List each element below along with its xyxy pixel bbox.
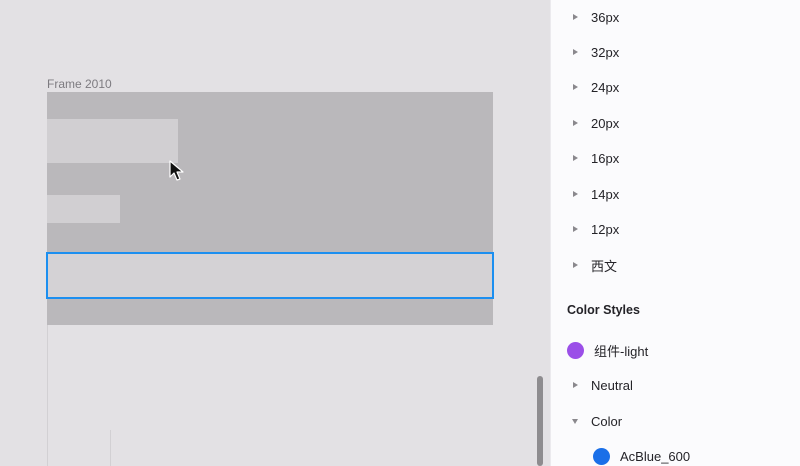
text-style-label: 24px <box>591 79 620 95</box>
frame-2010[interactable] <box>46 92 494 325</box>
chevron-right-icon[interactable] <box>573 226 578 232</box>
selected-layer[interactable] <box>46 252 494 299</box>
mouse-pointer-icon <box>169 160 184 181</box>
text-style-label: 14px <box>591 186 620 202</box>
ghost-guide-line <box>110 430 111 466</box>
text-style-group-14px[interactable]: 14px <box>551 179 800 209</box>
color-swatch <box>593 447 610 465</box>
chevron-right-icon[interactable] <box>573 155 578 161</box>
color-style-group-neutral[interactable]: Neutral <box>551 370 800 400</box>
text-style-group-12px[interactable]: 12px <box>551 214 800 244</box>
chevron-right-icon[interactable] <box>573 382 578 388</box>
color-swatch <box>567 341 584 359</box>
ghost-guide-line <box>47 325 48 466</box>
text-style-group-24px[interactable]: 24px <box>551 72 800 102</box>
chevron-right-icon[interactable] <box>573 49 578 55</box>
text-style-group-western[interactable]: 西文 <box>551 250 800 280</box>
text-style-group-20px[interactable]: 20px <box>551 108 800 138</box>
text-style-group-16px[interactable]: 16px <box>551 143 800 173</box>
design-canvas[interactable]: Frame 2010 <box>0 0 550 466</box>
chevron-right-icon[interactable] <box>573 84 578 90</box>
frame-name-label[interactable]: Frame 2010 <box>47 77 112 91</box>
chevron-right-icon[interactable] <box>573 262 578 268</box>
text-style-label: 西文 <box>591 258 618 274</box>
color-group-label: Neutral <box>591 377 633 393</box>
chevron-down-icon[interactable] <box>572 418 578 424</box>
color-style-group-color[interactable]: Color <box>551 406 800 436</box>
text-style-label: 16px <box>591 150 620 166</box>
color-style-item-acblue-600[interactable]: AcBlue_600 <box>551 441 800 466</box>
text-style-label: 12px <box>591 221 620 237</box>
chevron-right-icon[interactable] <box>573 14 578 20</box>
text-style-group-36px[interactable]: 36px <box>551 2 800 32</box>
styles-panel: 36px 32px 24px 20px 16px 14px 12px 西文 Co… <box>550 0 800 466</box>
color-style-item-light[interactable]: 组件-light <box>551 335 800 365</box>
canvas-scrollbar-thumb[interactable] <box>537 376 543 466</box>
text-style-label: 36px <box>591 9 620 25</box>
color-group-label: Color <box>591 413 623 429</box>
color-style-label: AcBlue_600 <box>620 448 691 464</box>
placeholder-block-large[interactable] <box>47 119 178 163</box>
color-styles-heading: Color Styles <box>567 303 640 317</box>
color-style-label: 组件-light <box>594 343 649 359</box>
design-app: Frame 2010 36px 32px 24px 20px 16px 14px… <box>0 0 800 466</box>
text-style-label: 20px <box>591 115 620 131</box>
text-style-label: 32px <box>591 44 620 60</box>
chevron-right-icon[interactable] <box>573 191 578 197</box>
chevron-right-icon[interactable] <box>573 120 578 126</box>
placeholder-block-small[interactable] <box>47 195 120 223</box>
text-style-group-32px[interactable]: 32px <box>551 37 800 67</box>
